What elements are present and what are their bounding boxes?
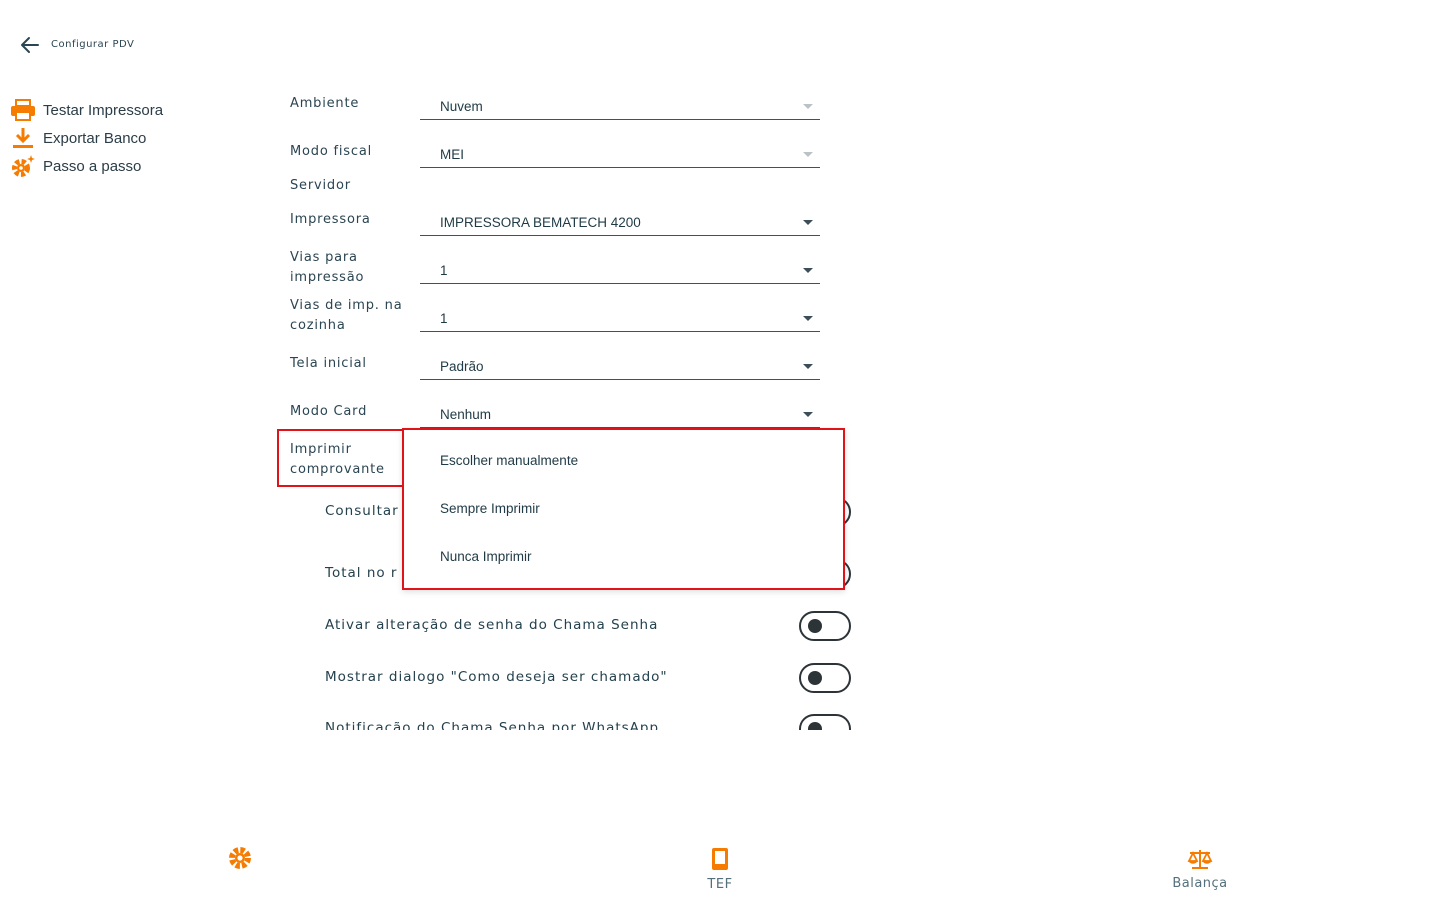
toggle-label: Consultar — [325, 503, 399, 519]
imprimir-comprovante-dropdown: Escolher manualmente Sempre Imprimir Nun… — [402, 428, 845, 590]
phone-icon — [712, 848, 728, 870]
scale-icon — [1187, 850, 1213, 869]
servidor-label: Servidor — [290, 178, 351, 193]
gear-sparkle-icon — [10, 153, 38, 179]
toggle-knob — [808, 619, 822, 633]
nav-tef-label: TEF — [707, 877, 733, 892]
back-button[interactable] — [18, 34, 42, 56]
arrow-left-icon — [21, 37, 39, 53]
dropdown-arrow-icon — [803, 364, 813, 369]
impressora-label: Impressora — [290, 212, 371, 227]
ambiente-value: Nuvem — [440, 99, 483, 114]
vias-impressao-value: 1 — [440, 263, 448, 278]
tela-inicial-label: Tela inicial — [290, 356, 367, 371]
vias-impressao-label: Vias para impressão — [290, 250, 365, 285]
modo-card-label: Modo Card — [290, 404, 368, 419]
toggle-label: Ativar alteração de senha do Chama Senha — [325, 617, 659, 633]
tela-inicial-select[interactable]: Padrão — [420, 355, 820, 380]
toggle-row-como-chamado: Mostrar dialogo "Como deseja ser chamado… — [290, 661, 870, 695]
toggle-label: Total no r — [325, 565, 398, 581]
download-icon — [10, 125, 38, 151]
printer-icon — [10, 97, 38, 123]
toggle-row-whatsapp: Notificação do Chama Senha por WhatsApp — [290, 712, 870, 730]
tela-inicial-value: Padrão — [440, 359, 484, 374]
option-sempre-imprimir[interactable]: Sempre Imprimir — [440, 501, 540, 516]
step-by-step-label: Passo a passo — [43, 157, 142, 175]
dropdown-arrow-icon — [803, 412, 813, 417]
modo-fiscal-label: Modo fiscal — [290, 144, 372, 159]
nav-balanca-label: Balança — [1172, 876, 1228, 891]
ambiente-select[interactable]: Nuvem — [420, 95, 820, 120]
vias-impressao-select[interactable]: 1 — [420, 259, 820, 284]
modo-card-value: Nenhum — [440, 407, 492, 422]
vias-cozinha-label: Vias de imp. na cozinha — [290, 298, 403, 333]
dropdown-arrow-icon — [803, 152, 813, 157]
whatsapp-toggle[interactable] — [799, 714, 851, 730]
modo-fiscal-select[interactable]: MEI — [420, 143, 820, 168]
dropdown-arrow-icon — [803, 104, 813, 109]
highlight-box — [277, 429, 403, 487]
dropdown-arrow-icon — [803, 268, 813, 273]
toggle-row-alterar-senha: Ativar alteração de senha do Chama Senha — [290, 609, 870, 643]
impressora-value: IMPRESSORA BEMATECH 4200 — [440, 215, 641, 230]
dropdown-arrow-icon — [803, 220, 813, 225]
toggle-knob — [808, 722, 822, 730]
alterar-senha-toggle[interactable] — [799, 611, 851, 641]
ambiente-label: Ambiente — [290, 96, 360, 111]
nav-settings[interactable] — [220, 845, 260, 875]
gear-icon — [229, 847, 251, 869]
page-title: Configurar PDV — [51, 39, 135, 50]
modo-fiscal-value: MEI — [440, 147, 465, 162]
export-db-label: Exportar Banco — [43, 129, 147, 147]
nav-balanca[interactable]: Balança — [1160, 848, 1240, 891]
como-chamado-toggle[interactable] — [799, 663, 851, 693]
vias-cozinha-select[interactable]: 1 — [420, 307, 820, 332]
modo-card-select[interactable]: Nenhum — [420, 403, 820, 428]
test-printer-label: Testar Impressora — [43, 101, 164, 119]
nav-tef[interactable]: TEF — [690, 847, 750, 892]
toggle-label: Notificação do Chama Senha por WhatsApp — [325, 720, 660, 730]
test-printer-button[interactable]: Testar Impressora — [10, 97, 163, 123]
export-db-button[interactable]: Exportar Banco — [10, 125, 146, 151]
option-escolher-manualmente[interactable]: Escolher manualmente — [440, 453, 578, 468]
step-by-step-button[interactable]: Passo a passo — [10, 153, 141, 179]
vias-cozinha-value: 1 — [440, 311, 448, 326]
dropdown-arrow-icon — [803, 316, 813, 321]
toggle-label: Mostrar dialogo "Como deseja ser chamado… — [325, 669, 668, 685]
impressora-select[interactable]: IMPRESSORA BEMATECH 4200 — [420, 211, 820, 236]
option-nunca-imprimir[interactable]: Nunca Imprimir — [440, 549, 532, 564]
toggle-knob — [808, 671, 822, 685]
